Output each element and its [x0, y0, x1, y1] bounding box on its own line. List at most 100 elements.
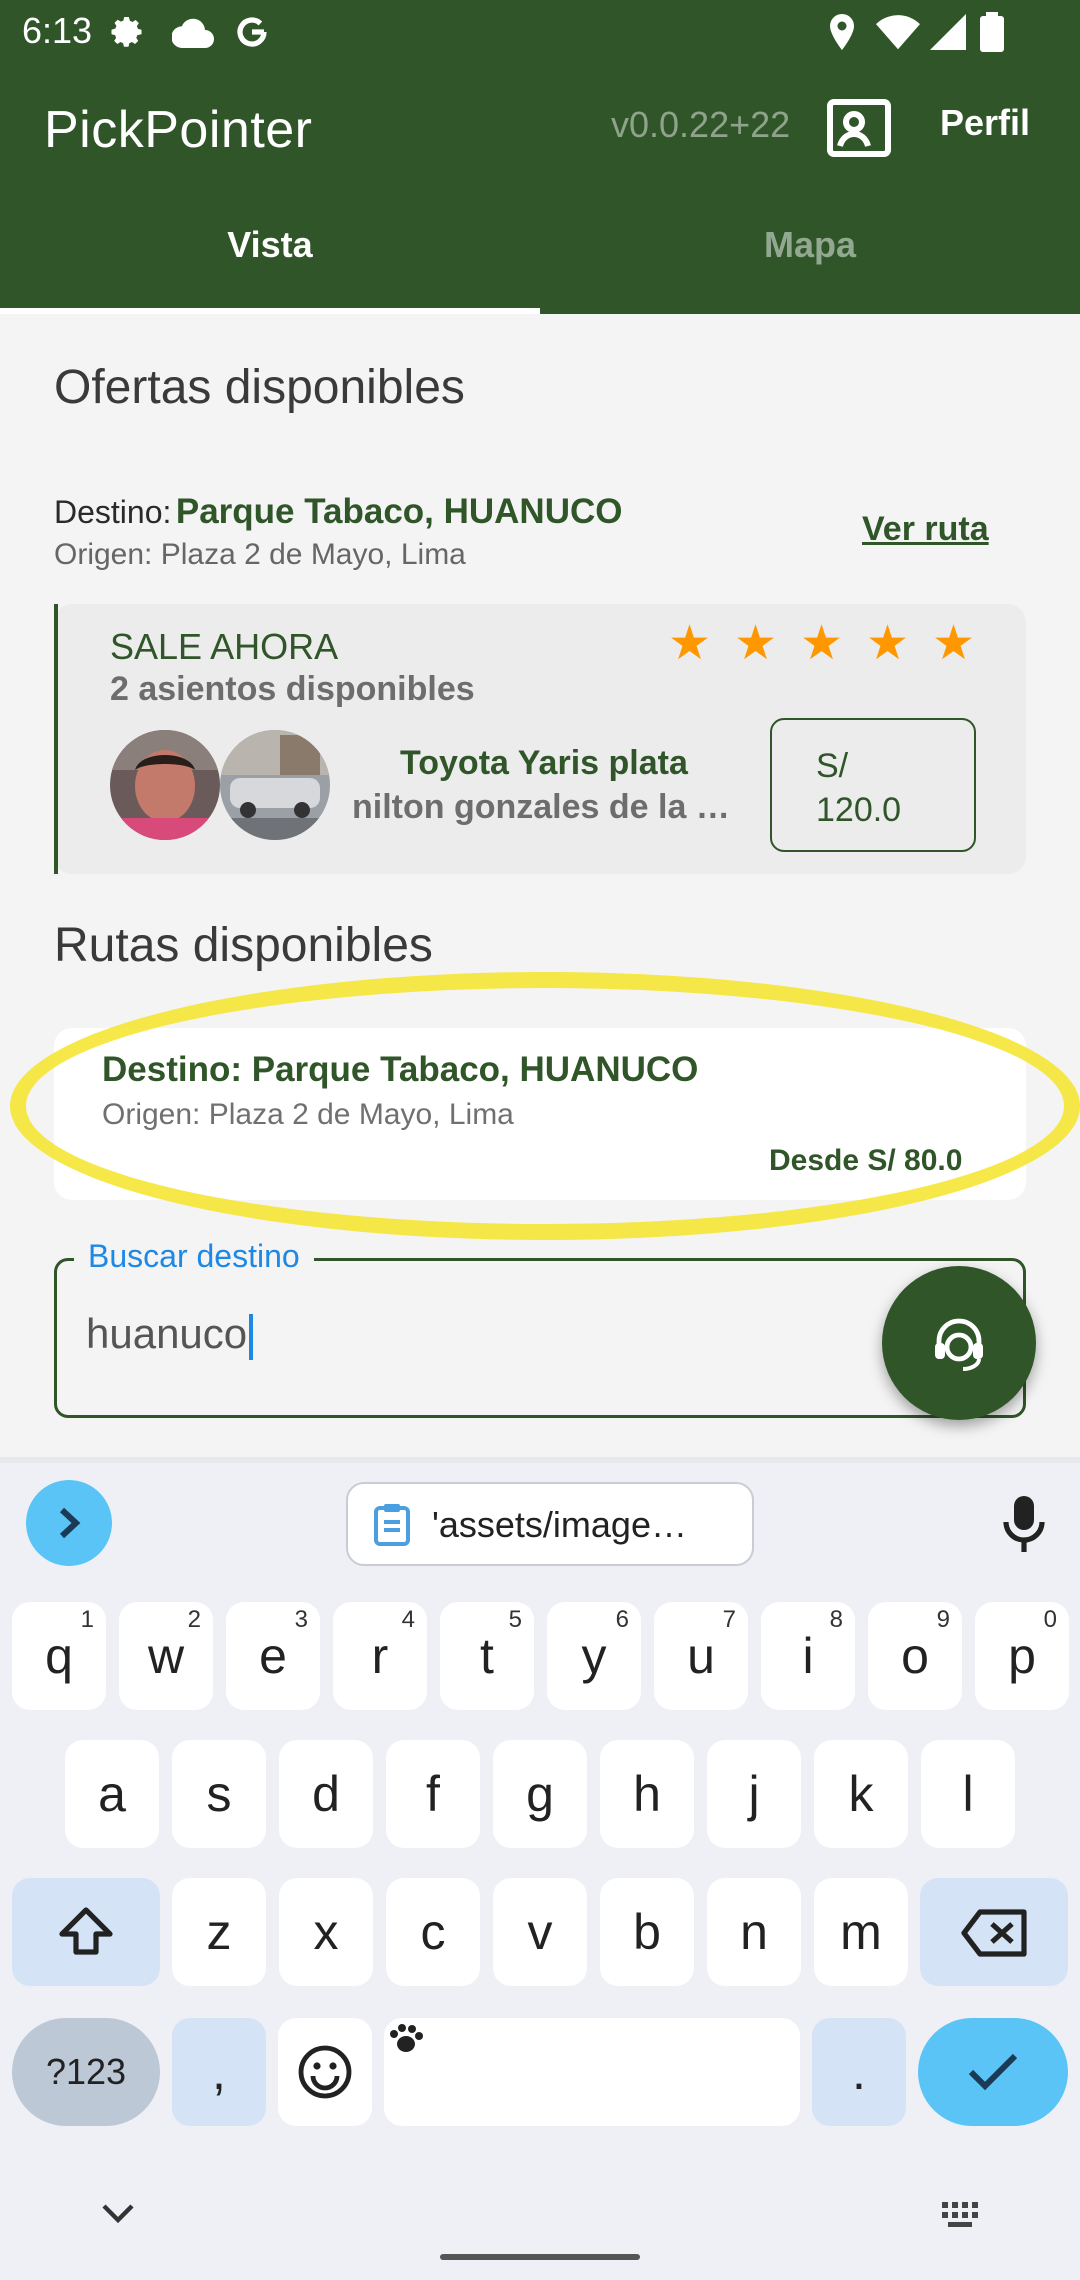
key-p[interactable]: p0 [975, 1602, 1069, 1710]
emoji-icon [298, 2045, 352, 2099]
key-label: b [633, 1904, 661, 1960]
highlight-annotation [10, 972, 1080, 1240]
keyboard-expand-button[interactable] [26, 1480, 112, 1566]
key-label: v [527, 1904, 553, 1960]
key-number-hint: 4 [401, 1606, 415, 1633]
car-photo [220, 730, 330, 840]
key-t[interactable]: t5 [440, 1602, 534, 1710]
key-g[interactable]: g [493, 1740, 587, 1848]
signal-icon [930, 14, 966, 50]
tab-vista[interactable]: Vista [0, 224, 540, 266]
key-label: h [633, 1766, 661, 1822]
space-key[interactable] [384, 2018, 800, 2126]
offer-destination: Destino: Parque Tabaco, HUANUCO [54, 492, 623, 532]
key-a[interactable]: a [65, 1740, 159, 1848]
location-icon [830, 14, 854, 50]
key-n[interactable]: n [707, 1878, 801, 1986]
key-b[interactable]: b [600, 1878, 694, 1986]
search-input[interactable]: huanuco [86, 1310, 254, 1360]
key-f[interactable]: f [386, 1740, 480, 1848]
clipboard-text: 'assets/image… [432, 1504, 687, 1545]
app-bar: PickPointer v0.0.22+22 Perfil Vista Mapa [0, 64, 1080, 314]
key-h[interactable]: h [600, 1740, 694, 1848]
backspace-key[interactable] [920, 1878, 1068, 1986]
home-gesture-bar[interactable] [440, 2254, 640, 2260]
emoji-key[interactable] [278, 2018, 372, 2126]
key-label: f [426, 1766, 440, 1822]
price-value: 120.0 [816, 791, 902, 829]
search-label: Buscar destino [74, 1238, 314, 1275]
enter-key[interactable] [918, 2018, 1068, 2126]
key-label: p [1008, 1628, 1036, 1684]
key-k[interactable]: k [814, 1740, 908, 1848]
key-w[interactable]: w2 [119, 1602, 213, 1710]
status-bar: 6:13 [0, 0, 1080, 64]
key-m[interactable]: m [814, 1878, 908, 1986]
key-d[interactable]: d [279, 1740, 373, 1848]
battery-icon [980, 12, 1004, 52]
rating-star-icon: ★ [668, 617, 712, 670]
key-label: o [901, 1628, 929, 1684]
key-label: d [312, 1766, 340, 1822]
clipboard-icon [374, 1504, 410, 1546]
key-o[interactable]: o9 [868, 1602, 962, 1710]
key-c[interactable]: c [386, 1878, 480, 1986]
shift-key[interactable] [12, 1878, 160, 1986]
key-q[interactable]: q1 [12, 1602, 106, 1710]
key-label: s [206, 1766, 232, 1822]
key-number-hint: 3 [294, 1606, 308, 1633]
key-label: i [802, 1628, 814, 1684]
offer-price-button[interactable]: S/ 120.0 [770, 718, 976, 852]
key-label: q [45, 1628, 73, 1684]
symbols-key[interactable]: ?123 [12, 2018, 160, 2126]
support-fab[interactable] [882, 1266, 1036, 1420]
key-v[interactable]: v [493, 1878, 587, 1986]
wifi-icon [876, 15, 920, 50]
key-u[interactable]: u7 [654, 1602, 748, 1710]
key-x[interactable]: x [279, 1878, 373, 1986]
tab-mapa[interactable]: Mapa [540, 224, 1080, 266]
key-label: c [420, 1904, 446, 1960]
destino-value: Parque Tabaco, HUANUCO [175, 492, 623, 531]
offers-heading: Ofertas disponibles [54, 361, 465, 414]
cloud-icon [172, 18, 214, 48]
key-label: j [748, 1766, 760, 1822]
google-icon [237, 17, 267, 47]
ver-ruta-link[interactable]: Ver ruta [862, 510, 989, 549]
microphone-icon[interactable] [1000, 1494, 1048, 1554]
backspace-icon [961, 1909, 1027, 1957]
key-l[interactable]: l [921, 1740, 1015, 1848]
key-number-hint: 9 [936, 1606, 950, 1633]
key-j[interactable]: j [707, 1740, 801, 1848]
key-label: t [480, 1628, 494, 1684]
keyboard-hide-chevron-icon[interactable] [98, 2200, 138, 2226]
key-label: a [98, 1766, 126, 1822]
key-label: g [526, 1766, 554, 1822]
support-agent-icon [935, 1318, 983, 1371]
settings-icon [111, 17, 142, 47]
key-number-hint: 1 [80, 1606, 94, 1633]
price-currency: S/ [816, 747, 849, 785]
keyboard-divider [0, 1457, 1080, 1463]
search-value: huanuco [86, 1310, 248, 1357]
key-label: w [147, 1628, 185, 1684]
comma-key[interactable]: , [172, 2018, 266, 2126]
keyboard-switch-icon[interactable] [940, 2200, 986, 2230]
offer-card-accent [54, 604, 58, 874]
key-number-hint: 7 [722, 1606, 736, 1633]
key-r[interactable]: r4 [333, 1602, 427, 1710]
period-key[interactable]: . [812, 2018, 906, 2126]
key-s[interactable]: s [172, 1740, 266, 1848]
contact-card-icon[interactable] [826, 98, 892, 158]
key-i[interactable]: i8 [761, 1602, 855, 1710]
perfil-button[interactable]: Perfil [940, 102, 1030, 144]
key-y[interactable]: y6 [547, 1602, 641, 1710]
rating-star-icon: ★ [734, 617, 778, 670]
key-number-hint: 6 [615, 1606, 629, 1633]
key-z[interactable]: z [172, 1878, 266, 1986]
key-number-hint: 0 [1043, 1606, 1057, 1633]
key-e[interactable]: e3 [226, 1602, 320, 1710]
key-label: n [740, 1904, 768, 1960]
key-number-hint: 5 [508, 1606, 522, 1633]
status-time: 6:13 [22, 10, 93, 51]
